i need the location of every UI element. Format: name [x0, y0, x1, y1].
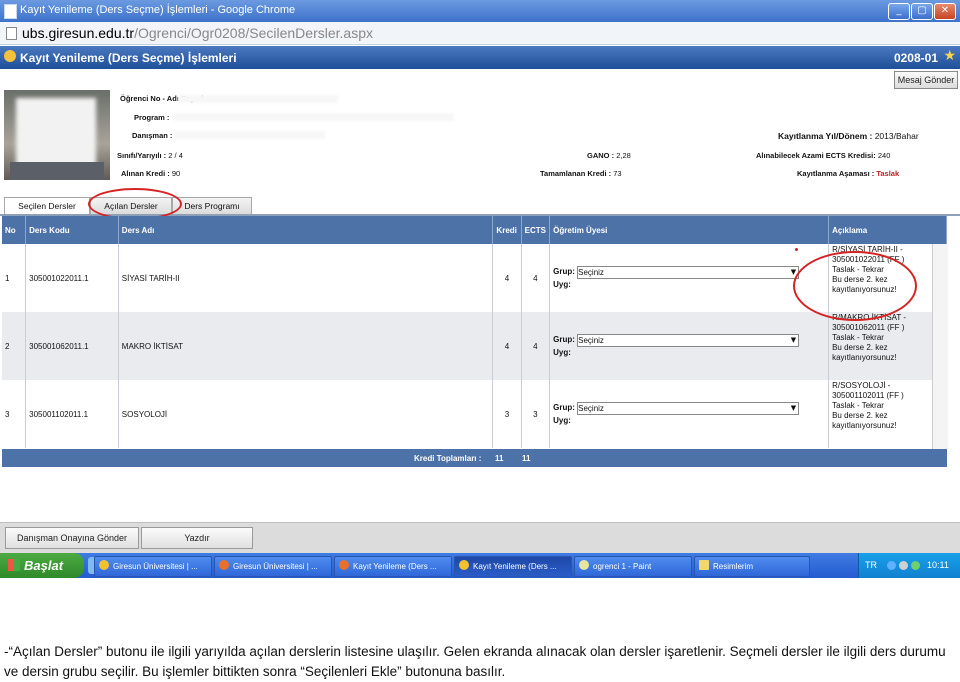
- totals-label: Kredi Toplamları :: [414, 454, 482, 463]
- row-description: R/MAKRO İKTİSAT -305001062011 (FF ) Tasla…: [828, 312, 947, 380]
- row-no: 3: [2, 380, 27, 448]
- chrome-icon: [99, 560, 109, 570]
- task-firefox-2[interactable]: Kayıt Yenileme (Ders ...: [334, 556, 452, 577]
- app-header: Kayıt Yenileme (Ders Seçme) İşlemleri 02…: [0, 46, 960, 69]
- task-chrome-active[interactable]: Kayıt Yenileme (Ders ...: [454, 556, 572, 577]
- col-no[interactable]: No: [2, 216, 27, 244]
- start-button[interactable]: Başlat: [0, 553, 84, 578]
- task-firefox[interactable]: Giresun Üniversitesi | ...: [214, 556, 332, 577]
- credit-info: Alınan Kredi : 90: [121, 169, 181, 178]
- row-ects: 4: [521, 244, 551, 312]
- col-course-name[interactable]: Ders Adı: [118, 216, 494, 244]
- language-indicator[interactable]: TR: [865, 560, 877, 570]
- total-credit: 11: [495, 454, 504, 463]
- total-ects: 11: [522, 454, 531, 463]
- row-no: 1: [2, 244, 27, 312]
- table-row[interactable]: 3 305001102011.1 SOSYOLOJİ 3 3 Grup: Seçi…: [2, 380, 947, 448]
- close-button[interactable]: ✕: [934, 3, 956, 20]
- tray-app-icon[interactable]: [911, 561, 920, 570]
- send-to-advisor-button[interactable]: Danışman Onayına Gönder: [5, 527, 139, 549]
- send-message-button[interactable]: Mesaj Gönder: [894, 71, 958, 89]
- col-instructor[interactable]: Öğretim Üyesi: [549, 216, 830, 244]
- chrome-icon: [459, 560, 469, 570]
- grid-scroll-area[interactable]: [932, 244, 948, 449]
- class-info: Sınıfı/Yarıyılı : 2 / 4: [117, 151, 183, 160]
- group-select[interactable]: Seçiniz ▼: [577, 333, 800, 347]
- student-photo: [4, 90, 110, 180]
- completed-credit-info: Tamamlanan Kredi : 73: [540, 169, 622, 178]
- row-description: R/SOSYOLOJİ -305001102011 (FF ) Taslak - …: [828, 380, 947, 448]
- tab-course-schedule[interactable]: Ders Programı: [172, 197, 252, 214]
- page-code: 0208-01: [893, 51, 938, 65]
- col-ects[interactable]: ECTS: [521, 216, 551, 244]
- table-row[interactable]: 2 305001062011.1 MAKRO İKTİSAT 4 4 Grup:…: [2, 312, 947, 380]
- term-info: Kayıtlanma Yıl/Dönem : 2013/Bahar: [778, 131, 919, 141]
- firefox-icon: [219, 560, 229, 570]
- grid-header-row: No Ders Kodu Ders Adı Kredi ECTS Öğretim…: [2, 216, 947, 244]
- page-icon: [4, 4, 17, 19]
- folder-icon: [699, 560, 709, 570]
- dropdown-arrow-icon: ▼: [790, 403, 797, 412]
- firefox-icon: [339, 560, 349, 570]
- row-credit: 4: [492, 244, 522, 312]
- tab-selected-courses[interactable]: Seçilen Dersler: [4, 197, 90, 214]
- annotation-dot: [795, 248, 798, 251]
- advisor-label: Danışman :: [132, 131, 173, 140]
- windows-flag-icon: [8, 559, 20, 571]
- window-title-bar: Kayıt Yenileme (Ders Seçme) İşlemleri - …: [0, 0, 960, 22]
- group-select[interactable]: Seçiniz ▼: [577, 265, 800, 279]
- caption-text: -“Açılan Dersler” butonu ile ilgili yarı…: [4, 644, 946, 679]
- tray-network-icon[interactable]: [887, 561, 896, 570]
- row-ects: 3: [521, 380, 551, 448]
- tray-volume-icon[interactable]: [899, 561, 908, 570]
- row-code: 305001062011.1: [25, 312, 119, 380]
- col-description[interactable]: Açıklama: [828, 216, 947, 244]
- maximize-button[interactable]: ▢: [911, 3, 933, 20]
- highlight-circle-description: [793, 251, 917, 321]
- max-ects-info: Alınabilecek Azami ECTS Kredisi: 240: [756, 151, 891, 160]
- task-chrome-1[interactable]: Giresun Üniversitesi | ...: [94, 556, 212, 577]
- gano-info: GANO : 2,28: [587, 151, 631, 160]
- address-bar[interactable]: ubs.giresun.edu.tr/Ogrenci/Ogr0208/Secil…: [0, 22, 960, 45]
- row-name: SİYASİ TARİH-II: [118, 244, 494, 312]
- row-name: SOSYOLOJİ: [118, 380, 494, 448]
- row-name: MAKRO İKTİSAT: [118, 312, 494, 380]
- task-pictures[interactable]: Resimlerim: [694, 556, 810, 577]
- task-paint[interactable]: ogrenci 1 - Paint: [574, 556, 692, 577]
- row-ects: 4: [521, 312, 551, 380]
- course-grid: No Ders Kodu Ders Adı Kredi ECTS Öğretim…: [2, 216, 947, 448]
- row-code: 305001102011.1: [25, 380, 119, 448]
- row-code: 305001022011.1: [25, 244, 119, 312]
- row-credit: 4: [492, 312, 522, 380]
- row-instructor: Grup: Seçiniz ▼ Uyg:: [549, 380, 830, 448]
- favorite-star-icon[interactable]: ★: [943, 48, 956, 64]
- stage-info: Kayıtlanma Aşaması : Taslak: [797, 169, 900, 178]
- minimize-button[interactable]: _: [888, 3, 910, 20]
- page-icon: [6, 27, 17, 40]
- paint-icon: [579, 560, 589, 570]
- totals-row: Kredi Toplamları : 11 11: [2, 449, 947, 467]
- row-credit: 3: [492, 380, 522, 448]
- row-instructor: Grup: Seçiniz ▼ Uyg:: [549, 312, 830, 380]
- row-no: 2: [2, 312, 27, 380]
- col-credit[interactable]: Kredi: [492, 216, 522, 244]
- system-tray: TR 10:11: [858, 553, 960, 578]
- row-instructor: Grup: Seçiniz ▼ Uyg:: [549, 244, 830, 312]
- window-title: Kayıt Yenileme (Ders Seçme) İşlemleri - …: [20, 4, 296, 16]
- url-text[interactable]: ubs.giresun.edu.tr/Ogrenci/Ogr0208/Secil…: [22, 25, 373, 41]
- app-title: Kayıt Yenileme (Ders Seçme) İşlemleri: [20, 51, 237, 65]
- clock: 10:11: [927, 560, 949, 570]
- dropdown-arrow-icon: ▼: [790, 335, 797, 344]
- col-course-code[interactable]: Ders Kodu: [25, 216, 119, 244]
- action-bar: Danışman Onayına Gönder Yazdır: [0, 522, 960, 553]
- group-select[interactable]: Seçiniz ▼: [577, 401, 800, 415]
- program-label: Program :: [134, 113, 170, 122]
- print-button[interactable]: Yazdır: [141, 527, 253, 549]
- app-logo-icon: [4, 50, 16, 62]
